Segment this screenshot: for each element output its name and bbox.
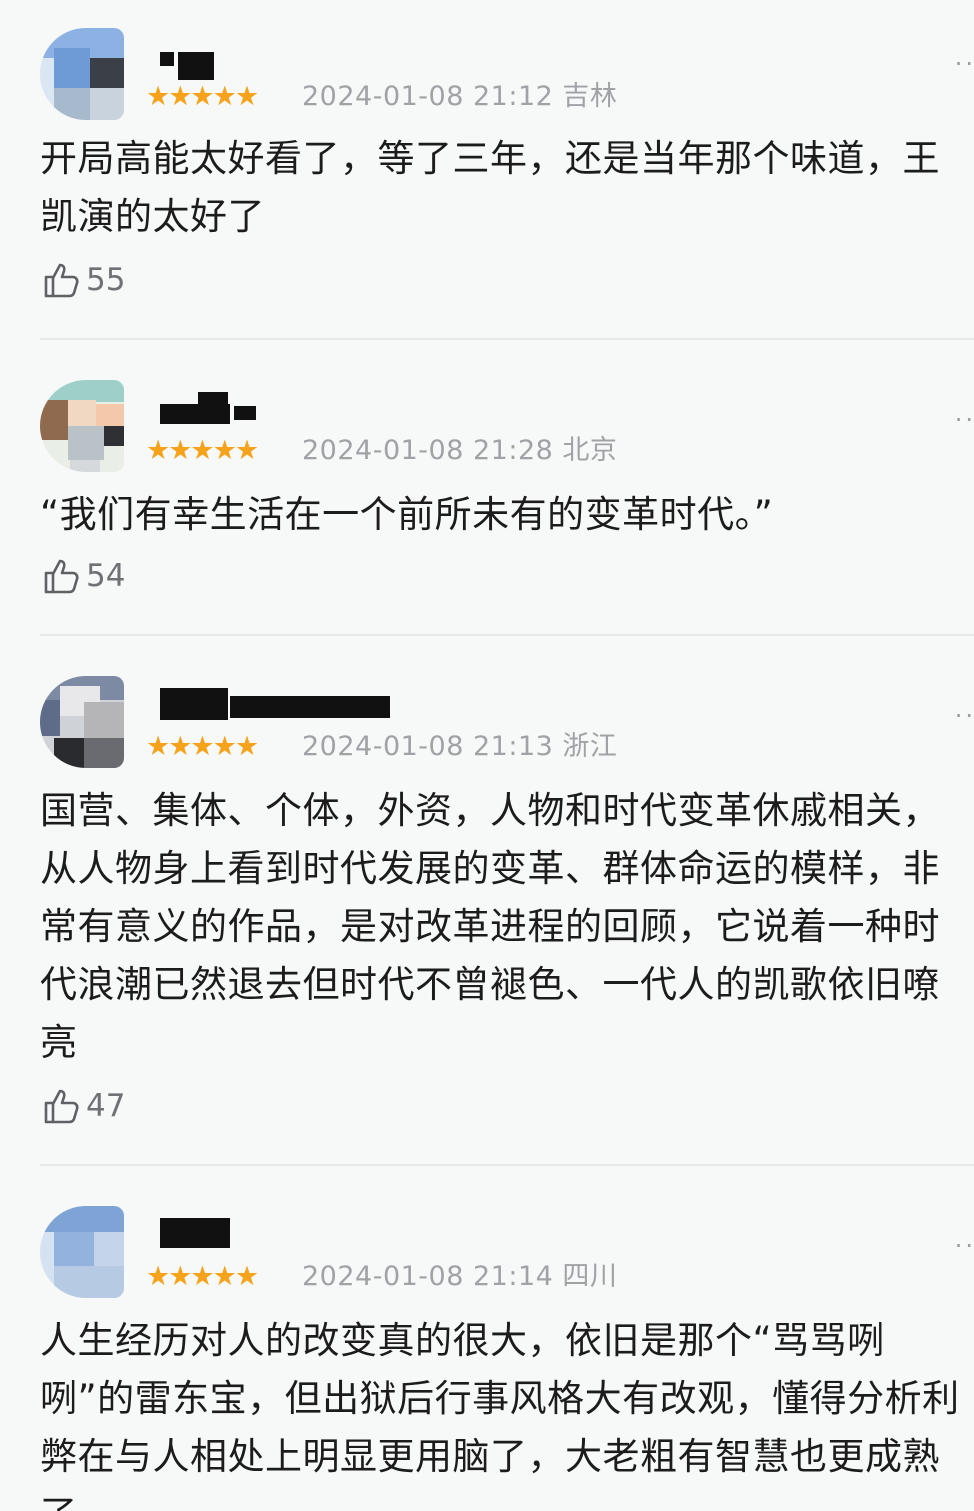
more-options-icon[interactable]: ·· xyxy=(955,52,974,76)
comment-feed: ★★★★★ 2024-01-08 21:12 吉林 ·· 开局高能太好看了，等了… xyxy=(0,0,974,1511)
avatar[interactable] xyxy=(40,1206,124,1298)
rating-stars: ★★★★★ xyxy=(146,731,259,762)
comment-item: ★★★★★ 2024-01-08 21:28 北京 ·· “我们有幸生活在一个前… xyxy=(0,340,974,636)
comment-text: 国营、集体、个体，外资，人物和时代变革休戚相关，从人物身上看到时代发展的变革、群… xyxy=(40,789,940,1064)
comment-item: ★★★★★ 2024-01-08 21:13 浙江 ·· 国营、集体、个体，外资… xyxy=(0,636,974,1166)
more-options-icon[interactable]: ·· xyxy=(955,704,974,728)
comment-text: 人生经历对人的改变真的很大，依旧是那个“骂骂咧咧”的雷东宝，但出狱后行事风格大有… xyxy=(40,1319,960,1511)
username-redacted xyxy=(160,392,260,428)
avatar[interactable] xyxy=(40,676,124,768)
comment-text: “我们有幸生活在一个前所未有的变革时代。” xyxy=(40,493,774,536)
more-options-icon[interactable]: ·· xyxy=(955,408,974,432)
rating-stars: ★★★★★ xyxy=(146,435,259,466)
like-count: 55 xyxy=(86,262,126,298)
rating-stars: ★★★★★ xyxy=(146,1261,259,1292)
thumbs-up-icon xyxy=(44,263,79,298)
username-redacted xyxy=(160,688,390,720)
like-button[interactable]: 47 xyxy=(42,1086,125,1126)
avatar[interactable] xyxy=(40,28,124,120)
username-redacted xyxy=(160,52,216,80)
username-redacted xyxy=(160,1218,232,1248)
comment-meta: 2024-01-08 21:28 北京 xyxy=(302,435,618,466)
like-button[interactable]: 54 xyxy=(42,556,125,596)
like-count: 54 xyxy=(86,558,126,594)
more-options-icon[interactable]: ·· xyxy=(955,1234,974,1258)
comment-item: ★★★★★ 2024-01-08 21:14 四川 ·· 人生经历对人的改变真的… xyxy=(0,1166,974,1511)
avatar[interactable] xyxy=(40,380,124,472)
comment-meta: 2024-01-08 21:12 吉林 xyxy=(302,81,618,112)
like-button[interactable]: 55 xyxy=(42,260,125,300)
like-count: 47 xyxy=(86,1088,126,1124)
rating-stars: ★★★★★ xyxy=(146,81,259,112)
comment-item: ★★★★★ 2024-01-08 21:12 吉林 ·· 开局高能太好看了，等了… xyxy=(0,0,974,340)
comment-meta: 2024-01-08 21:13 浙江 xyxy=(302,731,618,762)
comment-meta: 2024-01-08 21:14 四川 xyxy=(302,1261,618,1292)
comment-text: 开局高能太好看了，等了三年，还是当年那个味道，王凯演的太好了 xyxy=(40,137,940,238)
thumbs-up-icon xyxy=(44,559,79,594)
thumbs-up-icon xyxy=(44,1089,79,1124)
